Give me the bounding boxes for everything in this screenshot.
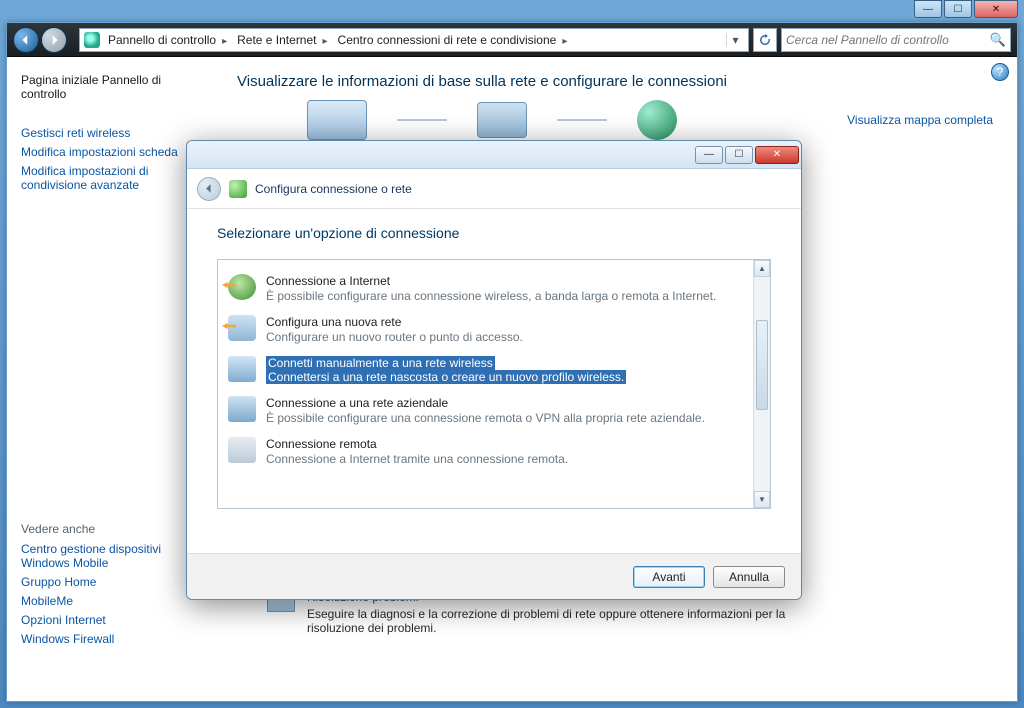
breadcrumb-seg[interactable]: Centro connessioni di rete e condivision…: [334, 33, 574, 47]
dialog-minimize-button[interactable]: —: [695, 146, 723, 164]
refresh-button[interactable]: [753, 28, 777, 52]
sidebar-link[interactable]: Modifica impostazioni scheda: [21, 145, 203, 159]
option-subtitle: Connessione a Internet tramite una conne…: [266, 452, 568, 466]
sidebar-see-also[interactable]: Opzioni Internet: [21, 613, 203, 627]
sidebar-see-also[interactable]: Windows Firewall: [21, 632, 203, 646]
sidebar-see-also[interactable]: Gruppo Home: [21, 575, 203, 589]
search-box[interactable]: 🔍: [781, 28, 1011, 52]
address-bar: Pannello di controllo Rete e Internet Ce…: [7, 23, 1017, 57]
minimize-button[interactable]: —: [914, 0, 942, 18]
search-icon: 🔍: [990, 32, 1006, 48]
dialog-maximize-button[interactable]: ☐: [725, 146, 753, 164]
connection-option[interactable]: Connetti manualmente a una rete wireless…: [224, 350, 747, 390]
window-controls: — ☐ ✕: [6, 0, 1018, 22]
sidebar-link[interactable]: Modifica impostazioni di condivisione av…: [21, 164, 203, 192]
dialog-titlebar: — ☐ ✕: [187, 141, 801, 169]
sidebar-link[interactable]: Gestisci reti wireless: [21, 126, 203, 140]
scroll-down-button[interactable]: ▼: [754, 491, 770, 508]
map-connector: [557, 119, 607, 121]
wizard-icon: [229, 180, 247, 198]
breadcrumb-dropdown[interactable]: ▾: [726, 33, 744, 47]
breadcrumb[interactable]: Pannello di controllo Rete e Internet Ce…: [79, 28, 749, 52]
search-input[interactable]: [786, 33, 990, 47]
network-center-icon: [84, 32, 100, 48]
wizard-dialog: — ☐ ✕ Configura connessione o rete Selez…: [186, 140, 802, 600]
back-button[interactable]: [13, 27, 39, 53]
cancel-button[interactable]: Annulla: [713, 566, 785, 588]
sidebar-see-also[interactable]: MobileMe: [21, 594, 203, 608]
option-subtitle: Configurare un nuovo router o punto di a…: [266, 330, 523, 344]
option-title: Configura una nuova rete: [266, 315, 523, 329]
sidebar-home-link[interactable]: Pagina iniziale Pannello di controllo: [21, 73, 203, 101]
troubleshoot-desc: Eseguire la diagnosi e la correzione di …: [307, 607, 827, 635]
option-list: Connessione a InternetÈ possibile config…: [217, 259, 771, 509]
option-subtitle: È possibile configurare una connessione …: [266, 289, 716, 303]
map-connector: [397, 119, 447, 121]
option-icon: [228, 274, 256, 300]
next-button[interactable]: Avanti: [633, 566, 705, 588]
option-subtitle: Connettersi a una rete nascosta o creare…: [266, 370, 626, 384]
dialog-heading: Selezionare un'opzione di connessione: [217, 225, 771, 241]
scroll-thumb[interactable]: [756, 320, 768, 410]
breadcrumb-seg[interactable]: Pannello di controllo: [104, 33, 233, 47]
see-also-header: Vedere anche: [21, 522, 203, 536]
breadcrumb-seg[interactable]: Rete e Internet: [233, 33, 333, 47]
connection-option[interactable]: Connessione remotaConnessione a Internet…: [224, 431, 747, 472]
dialog-back-button[interactable]: [197, 177, 221, 201]
option-icon: [228, 437, 256, 463]
forward-button[interactable]: [41, 27, 67, 53]
option-icon: [228, 315, 256, 341]
computer-icon: [307, 100, 367, 140]
internet-icon: [637, 100, 677, 140]
option-subtitle: È possibile configurare una connessione …: [266, 411, 705, 425]
option-title: Connetti manualmente a una rete wireless: [266, 356, 495, 370]
maximize-button[interactable]: ☐: [944, 0, 972, 18]
page-heading: Visualizzare le informazioni di base sul…: [237, 73, 997, 90]
dialog-close-button[interactable]: ✕: [755, 146, 799, 164]
dialog-footer: Avanti Annulla: [187, 553, 801, 599]
network-icon: [477, 102, 527, 138]
help-icon[interactable]: ?: [991, 63, 1009, 81]
option-title: Connessione a una rete aziendale: [266, 396, 705, 410]
option-icon: [228, 356, 256, 382]
close-button[interactable]: ✕: [974, 0, 1018, 18]
scrollbar[interactable]: ▲ ▼: [753, 260, 770, 508]
connection-option[interactable]: Connessione a una rete aziendaleÈ possib…: [224, 390, 747, 431]
network-map: Visualizza mappa completa: [237, 100, 997, 140]
dialog-header: Configura connessione o rete: [187, 169, 801, 209]
connection-option[interactable]: Configura una nuova reteConfigurare un n…: [224, 309, 747, 350]
option-title: Connessione a Internet: [266, 274, 716, 288]
scroll-up-button[interactable]: ▲: [754, 260, 770, 277]
full-map-link[interactable]: Visualizza mappa completa: [847, 113, 997, 127]
dialog-title: Configura connessione o rete: [255, 182, 412, 196]
sidebar-see-also[interactable]: Centro gestione dispositivi Windows Mobi…: [21, 542, 203, 570]
connection-option[interactable]: Connessione a InternetÈ possibile config…: [224, 268, 747, 309]
option-title: Connessione remota: [266, 437, 568, 451]
option-icon: [228, 396, 256, 422]
